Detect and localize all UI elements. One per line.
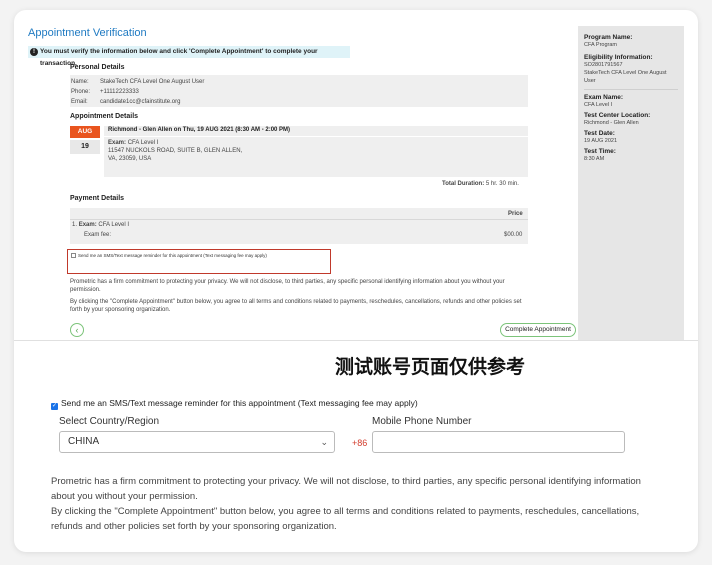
sidebar-label: Test Date: [584,130,615,137]
country-select-value: CHINA [68,436,100,447]
exam-value: CFA Level I [127,140,159,146]
sidebar-label: Program Name: [584,34,633,41]
price-header: Price [508,211,523,217]
exam-fee-value: $00.00 [504,232,523,238]
address-line-1: 11547 NUCKOLS ROAD, SUITE B, GLEN ALLEN, [108,148,243,154]
chevron-left-icon: ‹ [75,325,79,335]
phone-label: Mobile Phone Number [372,416,472,427]
sms-checkbox-row[interactable]: ✓ Send me an SMS/Text message reminder fo… [51,398,418,410]
phone-label: Phone: [71,89,91,95]
personal-details-heading: Personal Details [70,64,125,71]
date-badge: AUG 19 [70,126,100,154]
sidebar-label: Test Center Location: [584,112,651,119]
sidebar-label: Eligibility Information: [584,54,653,61]
duration-value: 5 hr. 30 min. [485,181,519,187]
complete-appointment-button[interactable]: Complete Appointment [500,323,576,337]
payment-details-heading: Payment Details [70,195,125,202]
watermark-caption: 测试账号页面仅供参考 [335,356,526,378]
month-badge: AUG [70,126,100,138]
sidebar-value: CFA Level I [584,102,613,108]
email-label: Email: [71,99,88,105]
sidebar-value: 8:30 AM [584,156,605,162]
phone-prefix: +86 [352,438,368,448]
mobile-phone-input[interactable] [372,431,625,453]
payment-exam-label: Exam: [78,222,97,228]
sidebar-value: StakeTech CFA Level One August [584,70,667,76]
privacy-text-2: By clicking the "Complete Appointment" b… [51,506,640,532]
chevron-down-icon: ⌄ [320,437,328,447]
page-title: Appointment Verification [28,27,147,39]
sms-checkbox-small-row[interactable]: Send me an SMS/Text message reminder for… [71,253,267,259]
sidebar-divider [584,89,678,90]
privacy-text-small-2: By clicking the "Complete Appointment" b… [70,299,522,313]
exam-fee-label: Exam fee: [84,232,112,238]
exam-label: Exam: [108,140,127,146]
sidebar-value: SO2801791567 [584,62,623,68]
payment-exam-value: CFA Level I [98,222,130,228]
sidebar-test-date: Test Date: 19 AUG 2021 [584,130,678,145]
back-button[interactable]: ‹ [70,323,84,337]
sms-label-small: Send me an SMS/Text message reminder for… [78,253,267,258]
sidebar-value: 19 AUG 2021 [584,138,618,144]
sms-checkbox[interactable]: ✓ [51,403,58,410]
sidebar-value: CFA Program [584,42,618,48]
duration-label: Total Duration: [442,181,485,187]
sidebar-value: Richmond - Glen Allen [584,120,639,126]
appointment-body [104,137,528,177]
privacy-text-small-1: Prometric has a firm commitment to prote… [70,279,505,293]
country-select[interactable]: CHINA ⌄ [59,431,335,453]
sms-label: Send me an SMS/Text message reminder for… [61,398,418,408]
country-label: Select Country/Region [59,416,160,427]
appointment-header: Richmond - Glen Allen on Thu, 19 AUG 202… [108,127,291,133]
payment-line-number: 1. [72,222,78,228]
email-value: candidate1cc@cfainstitute.org [100,99,181,105]
sidebar-exam-name: Exam Name: CFA Level I [584,94,678,109]
name-value: StakeTech CFA Level One August User [100,79,205,85]
section-divider [14,340,698,341]
sidebar-test-center: Test Center Location: Richmond - Glen Al… [584,112,678,127]
appointment-details-heading: Appointment Details [70,113,139,120]
summary-sidebar: Program Name: CFA Program Eligibility In… [578,26,684,340]
sidebar-label: Test Time: [584,148,616,155]
payment-box [70,208,528,244]
sms-checkbox-small[interactable] [71,253,76,259]
verification-notice: ! You must verify the information below … [28,46,350,67]
privacy-text-1: Prometric has a firm commitment to prote… [51,476,641,502]
info-icon: ! [30,48,38,56]
phone-value: +11112223333 [100,89,139,95]
sidebar-value: User [584,78,596,84]
day-badge: 19 [70,140,100,154]
sidebar-label: Exam Name: [584,94,624,101]
name-label: Name: [71,79,89,85]
sidebar-eligibility: Eligibility Information: SO2801791567 St… [584,54,678,85]
payment-divider [70,219,528,220]
sidebar-program: Program Name: CFA Program [584,34,678,49]
address-line-2: VA, 23059, USA [108,156,152,162]
sidebar-test-time: Test Time: 8:30 AM [584,148,678,163]
